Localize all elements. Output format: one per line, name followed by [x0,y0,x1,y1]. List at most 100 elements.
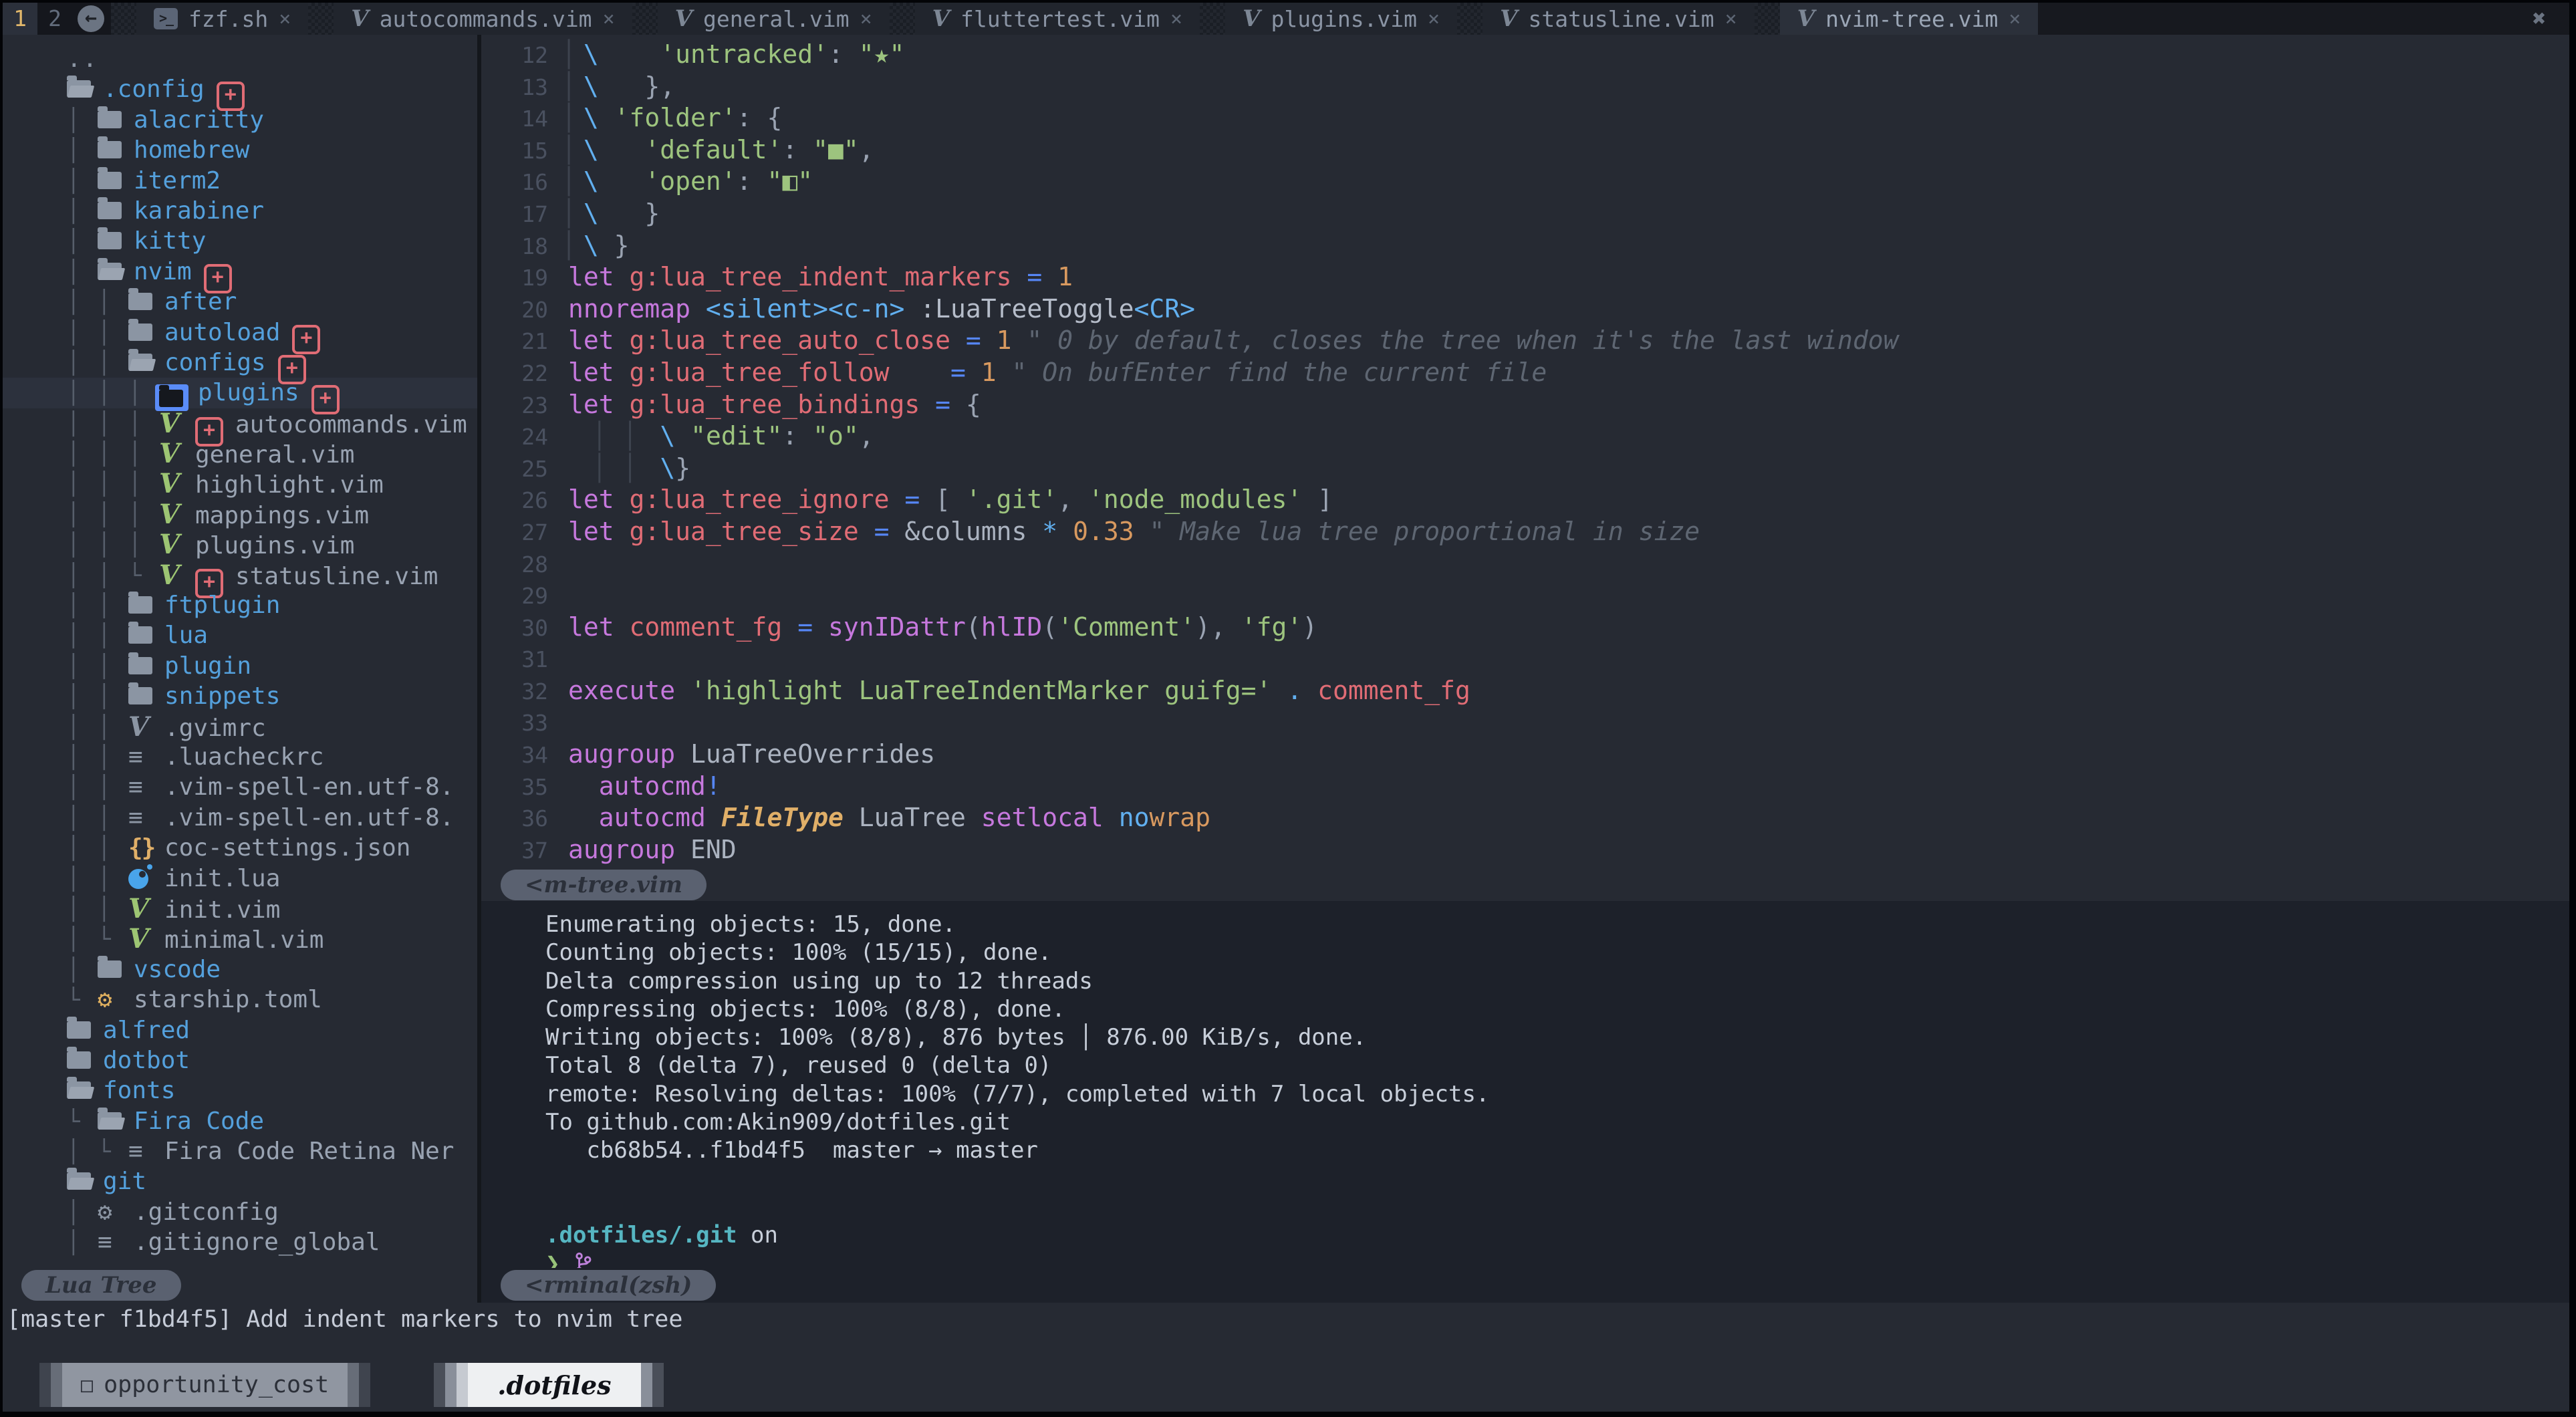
tree-item-.gvimrc[interactable]: ││V.gvimrc [3,712,477,742]
code-line[interactable]: 20nnoremap <silent><c-n> :LuaTreeToggle<… [481,293,2569,326]
tmux-window-.dotfiles[interactable]: .dotfiles [434,1363,663,1407]
tree-item-starship.toml[interactable]: └⚙starship.toml [3,985,477,1015]
tab-close-icon[interactable]: × [1428,7,1440,31]
tree-item-nvim[interactable]: │nvim+ [3,257,477,287]
back-arrow-icon[interactable]: ← [78,5,104,32]
tree-item-plugins[interactable]: │││plugins+ [3,378,477,408]
tree-item-minimal.vim[interactable]: │└Vminimal.vim [3,924,477,954]
tab-close-icon[interactable]: × [860,7,872,31]
tree-item-git[interactable]: git [3,1166,477,1196]
tree-item-..[interactable]: .. [3,44,477,74]
tree-item-alacritty[interactable]: │alacritty [3,105,477,135]
code-line[interactable]: 32execute 'highlight LuaTreeIndentMarker… [481,675,2569,707]
tree-item-iterm2[interactable]: │iterm2 [3,166,477,196]
code-line[interactable]: 15▏\ 'default': "■", [481,134,2569,166]
tab-close-icon[interactable]: × [1170,7,1182,31]
tree-item-plugin[interactable]: ││plugin [3,651,477,681]
tree-item-.gitconfig[interactable]: │⚙.gitconfig [3,1197,477,1227]
tab-autocommands.vim[interactable]: Vautocommands.vim× [334,3,632,35]
tab-fluttertest.vim[interactable]: Vfluttertest.vim× [915,3,1200,35]
code-line[interactable]: 19let g:lua_tree_indent_markers = 1 [481,261,2569,293]
tree-item-.luacheckrc[interactable]: ││≡.luacheckrc [3,742,477,772]
code-line[interactable]: 27let g:lua_tree_size = &columns * 0.33 … [481,516,2569,548]
tab-close-icon[interactable]: × [603,7,615,31]
tree-item-dotbot[interactable]: dotbot [3,1045,477,1075]
line-number: 22 [481,358,548,390]
code-line[interactable]: 23let g:lua_tree_bindings = { [481,389,2569,421]
code-line[interactable]: 17▏\ } [481,198,2569,230]
tree-item-fonts[interactable]: fonts [3,1075,477,1106]
terminal-pane[interactable]: Enumerating objects: 15, done.Counting o… [481,901,2569,1268]
code-line[interactable]: 22let g:lua_tree_follow = 1 " On bufEnte… [481,357,2569,389]
tree-item-coc-settings.json[interactable]: ││{}coc-settings.json [3,833,477,863]
tree-item-vscode[interactable]: │vscode [3,954,477,985]
tree-item-highlight.vim[interactable]: │││Vhighlight.vim [3,469,477,499]
tree-item-ftplugin[interactable]: ││ftplugin [3,590,477,620]
code-line[interactable]: 16▏\ 'open': "◧" [481,166,2569,198]
code-token [752,166,767,196]
code-line[interactable]: 18▏\ } [481,230,2569,262]
tree-item-label: homebrew [134,136,249,164]
tree-item-plugins.vim[interactable]: │││Vplugins.vim [3,529,477,559]
code-line[interactable]: 28 [481,548,2569,580]
close-all-icon[interactable]: ✖ [2509,3,2569,35]
tab-close-icon[interactable]: × [1725,7,1737,31]
tree-item-configs[interactable]: ││configs+ [3,348,477,378]
tree-item-init.lua[interactable]: ││init.lua [3,864,477,894]
line-number: 23 [481,390,548,422]
code-line[interactable]: 14▏\ 'folder': { [481,102,2569,134]
tree-item-karabiner[interactable]: │karabiner [3,196,477,226]
tree-item-.vim-spell-en.utf-8.[interactable]: ││≡.vim-spell-en.utf-8. [3,772,477,802]
folder-open-icon [98,1112,122,1130]
tree-item-general.vim[interactable]: │││Vgeneral.vim [3,438,477,469]
tree-item-snippets[interactable]: ││snippets [3,681,477,711]
code-line[interactable]: 13▏\ }, [481,71,2569,103]
code-token [568,421,599,450]
indent-marker: │ [67,135,98,165]
editor-buffer[interactable]: 12▏\ 'untracked': "★"13▏\ },14▏\ 'folder… [481,35,2569,869]
tree-item-autoload[interactable]: ││autoload+ [3,317,477,348]
code-line[interactable]: 37augroup END [481,834,2569,866]
code-line[interactable]: 34augroup LuaTreeOverrides [481,739,2569,771]
tree-item-kitty[interactable]: │kitty [3,226,477,256]
json-file-icon: {} [128,833,164,863]
tab-nvim-tree.vim[interactable]: Vnvim-tree.vim× [1780,3,2039,35]
tree-item-Fira Code[interactable]: └Fira Code [3,1106,477,1136]
tree-item-.gitignore_global[interactable]: │≡.gitignore_global [3,1227,477,1257]
tmux-window-number-2[interactable]: 2 [37,3,72,35]
code-line[interactable]: 29 [481,579,2569,612]
tree-item-statusline.vim[interactable]: ││└V+statusline.vim [3,560,477,590]
code-line[interactable]: 12▏\ 'untracked': "★" [481,39,2569,71]
code-line[interactable]: 33 [481,706,2569,739]
tree-item-lua[interactable]: ││lua [3,620,477,650]
code-line[interactable]: 21let g:lua_tree_auto_close = 1 " 0 by d… [481,325,2569,357]
tree-item-init.vim[interactable]: ││Vinit.vim [3,894,477,924]
tree-item-.vim-spell-en.utf-8.[interactable]: ││≡.vim-spell-en.utf-8. [3,803,477,833]
nvim-tree-pane[interactable]: ...config+│alacritty│ homebrew│iterm2│kar… [3,35,477,1303]
tree-item-homebrew[interactable]: │ homebrew [3,135,477,165]
tree-item-.config[interactable]: .config+ [3,74,477,104]
code-line[interactable]: 35 autocmd! [481,771,2569,803]
tmux-session: 12 ← >_fzf.sh× Vautocommands.vim× Vgeneral… [3,3,2569,1412]
code-line[interactable]: 26let g:lua_tree_ignore = [ '.git', 'nod… [481,484,2569,516]
tree-item-autocommands.vim[interactable]: │││V+autocommands.vim [3,408,477,438]
tree-item-alfred[interactable]: alfred [3,1015,477,1045]
powerline-fade [39,1363,51,1407]
code-line[interactable]: 31 [481,643,2569,675]
tmux-window-opportunity_cost[interactable]: □opportunity_cost [39,1363,370,1407]
tmux-window-number-1[interactable]: 1 [3,3,37,35]
tree-item-after[interactable]: ││after [3,287,477,317]
tab-close-icon[interactable]: × [2009,7,2021,31]
tab-statusline.vim[interactable]: Vstatusline.vim× [1483,3,1755,35]
tree-item-mappings.vim[interactable]: │││Vmappings.vim [3,499,477,529]
tab-plugins.vim[interactable]: Vplugins.vim× [1225,3,1457,35]
tab-fzf.sh[interactable]: >_fzf.sh× [136,3,308,35]
code-line[interactable]: 25 ▏ ▏ \} [481,453,2569,485]
code-line[interactable]: 30let comment_fg = synIDattr(hlID('Comme… [481,612,2569,644]
tree-item-Fira Code Retina Ner[interactable]: │└≡Fira Code Retina Ner [3,1136,477,1166]
tab-close-icon[interactable]: × [279,7,291,31]
code-line[interactable]: 24 ▏ ▏ \ "edit": "o", [481,420,2569,453]
tab-general.vim[interactable]: Vgeneral.vim× [658,3,890,35]
code-token [690,294,706,324]
code-line[interactable]: 36 autocmd FileType LuaTree setlocal now… [481,802,2569,834]
